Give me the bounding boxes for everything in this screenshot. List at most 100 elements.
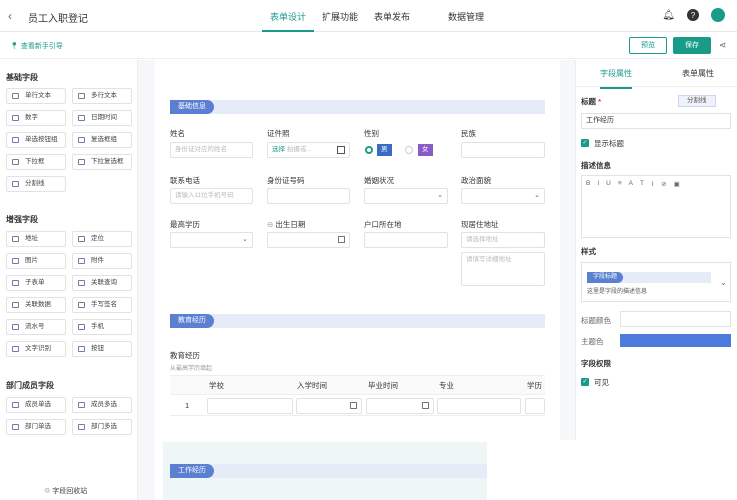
bold-icon[interactable]: B [586, 180, 590, 188]
back-icon[interactable]: ‹ [8, 9, 12, 23]
hukou-input[interactable] [364, 232, 448, 248]
birth-date-input[interactable] [267, 232, 350, 248]
show-title-checkbox[interactable]: ✓ [581, 139, 589, 147]
edu-select[interactable]: ⌄ [170, 232, 253, 248]
field-button[interactable]: 定位 [72, 231, 132, 247]
degree-cell-input[interactable] [525, 398, 545, 414]
field-button-label: 成员单选 [25, 401, 51, 408]
addr-detail-input[interactable]: 请填写详细地址 [461, 252, 545, 286]
align-icon[interactable]: ≡ [618, 180, 622, 188]
field-button[interactable]: 日期时间 [72, 110, 132, 126]
field-button[interactable]: 部门单选 [6, 419, 66, 435]
field-button[interactable]: 手写签名 [72, 297, 132, 313]
field-button[interactable]: 手机 [72, 319, 132, 335]
addr-select[interactable]: 请选择地址 [461, 232, 545, 248]
field-button[interactable]: 单选按钮组 [6, 132, 66, 148]
birth-label: ⊖ 出生日期 [267, 220, 306, 229]
school-cell-input[interactable] [207, 398, 293, 414]
field-type-icon [12, 159, 19, 165]
idtype-hint: 拍摄或... [286, 146, 312, 153]
tab-publish[interactable]: 表单发布 [366, 0, 418, 32]
gender-male-radio[interactable] [365, 146, 373, 154]
field-button-label: 部门多选 [91, 423, 117, 430]
field-button[interactable]: 关联数据 [6, 297, 66, 313]
field-button[interactable]: 数字 [6, 110, 66, 126]
clear-format-icon[interactable]: ⊘ [661, 180, 666, 188]
field-button-label: 流水号 [25, 323, 45, 330]
ethnic-input[interactable] [461, 142, 545, 158]
show-title-label: 显示标题 [594, 139, 624, 148]
field-button-label: 分割线 [25, 180, 45, 187]
guide-link[interactable]: 📍︎ 查看新手引导 [10, 41, 63, 51]
field-button[interactable]: 复选框组 [72, 132, 132, 148]
app-title: 员工入职登记 [28, 14, 88, 25]
idtype-field[interactable]: 选择 拍摄或... [267, 142, 350, 158]
field-button-label: 文字识别 [25, 345, 51, 352]
tab-data-management[interactable]: 数据管理 [440, 0, 492, 32]
start-date-cell[interactable] [296, 398, 362, 414]
field-button-label: 单选按钮组 [25, 136, 58, 143]
link-icon[interactable]: ⌇ [651, 180, 654, 188]
chevron-down-icon[interactable]: ⌄ [720, 278, 727, 287]
field-button[interactable]: 流水号 [6, 319, 66, 335]
help-icon[interactable]: ? [687, 9, 699, 21]
major-cell-input[interactable] [437, 398, 521, 414]
field-button-label: 定位 [91, 235, 104, 242]
field-button[interactable]: 子表单 [6, 275, 66, 291]
end-date-cell[interactable] [366, 398, 434, 414]
divider-type-button[interactable]: 分割线 [678, 95, 716, 107]
field-button[interactable]: 部门多选 [72, 419, 132, 435]
tab-extensions[interactable]: 扩展功能 [314, 0, 366, 32]
field-button-label: 部门单选 [25, 423, 51, 430]
font-size-icon[interactable]: T [640, 180, 644, 188]
field-type-icon [78, 93, 85, 99]
marital-select[interactable]: ⌄ [364, 188, 448, 204]
bell-icon[interactable]: 🔔︎ [662, 10, 675, 21]
field-button[interactable]: 单行文本 [6, 88, 66, 104]
image-icon[interactable]: ▣ [674, 180, 680, 188]
visible-checkbox[interactable]: ✓ [581, 378, 589, 386]
qrcode-icon[interactable] [337, 146, 345, 154]
field-button[interactable]: 附件 [72, 253, 132, 269]
field-button[interactable]: 文字识别 [6, 341, 66, 357]
field-type-icon [12, 93, 19, 99]
marital-label: 婚姻状况 [364, 176, 394, 185]
field-button[interactable]: 成员单选 [6, 397, 66, 413]
field-button[interactable]: 下拉复选框 [72, 154, 132, 170]
title-input[interactable]: 工作经历 [581, 113, 731, 129]
recycle-bin-button[interactable]: ♲ 字段回收站 [44, 486, 87, 496]
field-button[interactable]: 地址 [6, 231, 66, 247]
phone-input[interactable]: 请输入11位手机号码 [170, 188, 253, 204]
font-color-icon[interactable]: A [629, 180, 633, 188]
idtype-select[interactable]: 选择 [272, 146, 285, 153]
theme-color-swatch[interactable] [620, 334, 731, 347]
field-button-label: 多行文本 [91, 92, 117, 99]
italic-icon[interactable]: I [597, 180, 599, 188]
tab-form-props[interactable]: 表单属性 [682, 68, 714, 79]
field-button[interactable]: 按钮 [72, 341, 132, 357]
political-select[interactable]: ⌄ [461, 188, 545, 204]
desc-label: 描述信息 [581, 161, 611, 170]
title-color-picker[interactable] [620, 311, 731, 327]
underline-icon[interactable]: U [606, 180, 611, 188]
field-button-label: 下拉框 [25, 158, 45, 165]
field-button[interactable]: 下拉框 [6, 154, 66, 170]
field-button[interactable]: 图片 [6, 253, 66, 269]
gender-female-radio[interactable] [405, 146, 413, 154]
field-button[interactable]: 关联查询 [72, 275, 132, 291]
save-button[interactable]: 保存 [673, 37, 711, 54]
avatar[interactable] [711, 8, 725, 22]
field-button[interactable]: 分割线 [6, 176, 66, 192]
preview-button[interactable]: 预览 [629, 37, 667, 54]
field-button[interactable]: 成员多选 [72, 397, 132, 413]
field-button[interactable]: 多行文本 [72, 88, 132, 104]
theme-color-label: 主题色 [581, 337, 604, 346]
section-education[interactable]: 教育经历 [170, 314, 545, 328]
calendar-icon [338, 236, 345, 243]
idno-input[interactable] [267, 188, 350, 204]
field-button-label: 关联查询 [91, 279, 117, 286]
tab-form-design[interactable]: 表单设计 [262, 0, 315, 32]
share-icon[interactable]: ⋖ [719, 40, 727, 51]
section-basic-info[interactable]: 基础信息 [170, 100, 545, 114]
name-input[interactable]: 身份证对应的姓名 [170, 142, 253, 158]
